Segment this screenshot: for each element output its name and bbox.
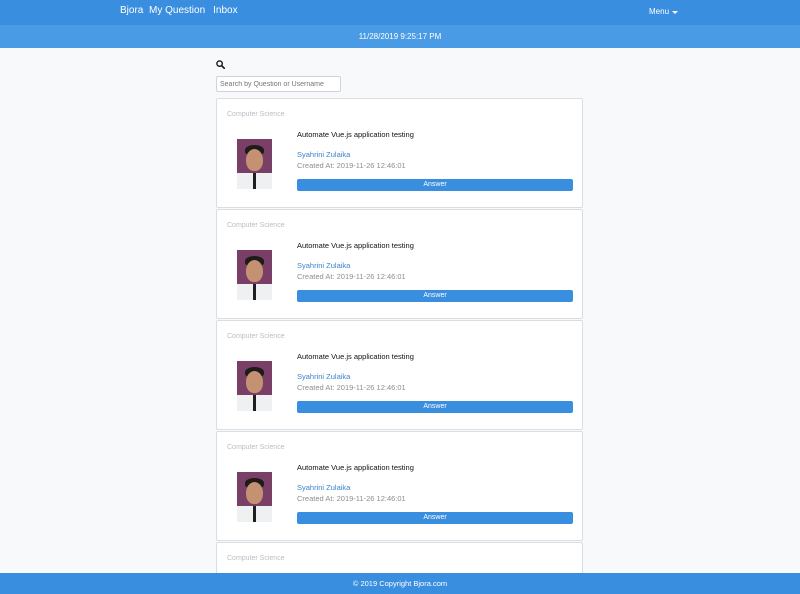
- answer-button[interactable]: Answer: [297, 401, 573, 413]
- question-username-link[interactable]: Syahrini Zulaika: [297, 372, 350, 381]
- user-avatar: [237, 250, 272, 300]
- avatar-tie: [253, 395, 256, 411]
- created-at: Created At: 2019-11-26 12:46:01: [297, 161, 406, 170]
- question-list: Computer Science Automate Vue.js applica…: [216, 98, 583, 575]
- avatar-tie: [253, 284, 256, 300]
- user-avatar: [237, 472, 272, 522]
- avatar-face: [246, 260, 263, 282]
- current-datetime: 11/28/2019 9:25:17 PM: [358, 32, 442, 41]
- question-category: Computer Science: [227, 555, 285, 562]
- created-at-value: 2019-11-26 12:46:01: [336, 272, 406, 281]
- question-category: Computer Science: [227, 444, 285, 451]
- question-card: Computer Science Automate Vue.js applica…: [216, 98, 583, 208]
- question-title: Automate Vue.js application testing: [297, 241, 414, 250]
- avatar-face: [246, 149, 263, 171]
- question-card-partial: Computer Science: [216, 542, 583, 574]
- main-navigation: My Question Inbox: [149, 5, 238, 16]
- menu-dropdown[interactable]: Menu: [649, 7, 679, 16]
- created-at: Created At: 2019-11-26 12:46:01: [297, 494, 406, 503]
- menu-label: Menu: [649, 7, 670, 16]
- created-at: Created At: 2019-11-26 12:46:01: [297, 272, 406, 281]
- created-at-value: 2019-11-26 12:46:01: [336, 383, 406, 392]
- question-username-link[interactable]: Syahrini Zulaika: [297, 483, 350, 492]
- question-category: Computer Science: [227, 333, 285, 340]
- user-avatar: [237, 361, 272, 411]
- datetime-bar: 11/28/2019 9:25:17 PM: [0, 25, 800, 48]
- brand-link[interactable]: Bjora: [120, 5, 143, 16]
- question-title: Automate Vue.js application testing: [297, 352, 414, 361]
- question-username-link[interactable]: Syahrini Zulaika: [297, 150, 350, 159]
- created-at-label: Created At:: [297, 383, 335, 392]
- question-username-link[interactable]: Syahrini Zulaika: [297, 261, 350, 270]
- top-navbar: Bjora My Question Inbox Menu: [0, 0, 800, 25]
- created-at: Created At: 2019-11-26 12:46:01: [297, 383, 406, 392]
- created-at-label: Created At:: [297, 272, 335, 281]
- copyright-text: © 2019 Copyright Bjora.com: [352, 579, 448, 588]
- search-icon: [216, 60, 225, 69]
- created-at-value: 2019-11-26 12:46:01: [336, 161, 406, 170]
- created-at-label: Created At:: [297, 494, 335, 503]
- caret-down-icon: [672, 10, 679, 14]
- question-category: Computer Science: [227, 111, 285, 118]
- avatar-tie: [253, 173, 256, 189]
- avatar-face: [246, 482, 263, 504]
- created-at-value: 2019-11-26 12:46:01: [336, 494, 406, 503]
- question-title: Automate Vue.js application testing: [297, 130, 414, 139]
- answer-button[interactable]: Answer: [297, 290, 573, 302]
- answer-button[interactable]: Answer: [297, 179, 573, 191]
- avatar-face: [246, 371, 263, 393]
- question-card: Computer Science Automate Vue.js applica…: [216, 431, 583, 541]
- nav-link-inbox[interactable]: Inbox: [213, 5, 237, 16]
- question-card: Computer Science Automate Vue.js applica…: [216, 209, 583, 319]
- avatar-tie: [253, 506, 256, 522]
- footer: © 2019 Copyright Bjora.com: [0, 573, 800, 594]
- answer-button[interactable]: Answer: [297, 512, 573, 524]
- nav-link-my-question[interactable]: My Question: [149, 5, 205, 16]
- search-input[interactable]: [216, 76, 341, 92]
- question-category: Computer Science: [227, 222, 285, 229]
- question-title: Automate Vue.js application testing: [297, 463, 414, 472]
- question-card: Computer Science Automate Vue.js applica…: [216, 320, 583, 430]
- user-avatar: [237, 139, 272, 189]
- created-at-label: Created At:: [297, 161, 335, 170]
